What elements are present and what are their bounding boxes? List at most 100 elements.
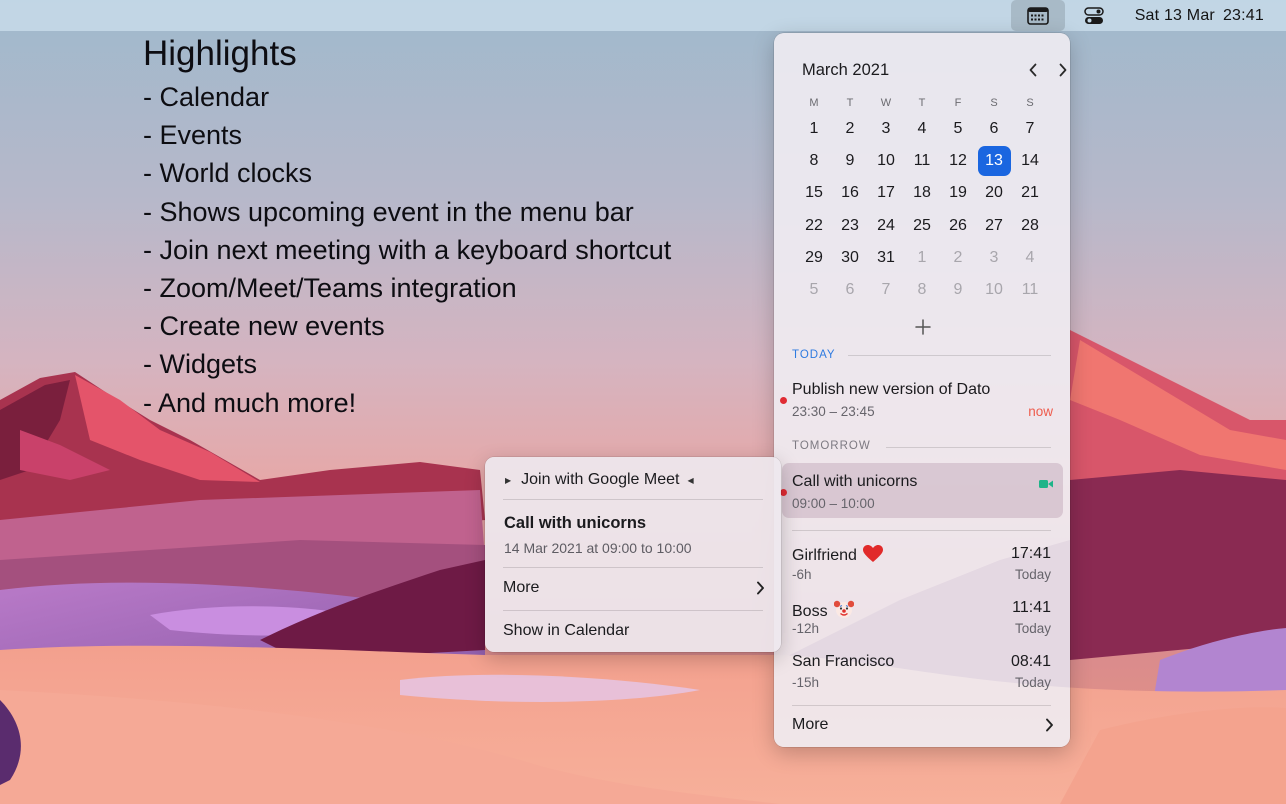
menu-bar-clock[interactable]: Sat 13 Mar 23:41	[1135, 7, 1264, 25]
world-clock-name: San Francisco	[792, 653, 895, 670]
day-number: 6	[845, 281, 855, 299]
weekday-label: T	[918, 97, 926, 109]
day-cell[interactable]: 3	[868, 113, 904, 145]
week-row: 8 9 10 11 12 13 14	[796, 145, 1048, 177]
divider	[886, 447, 1051, 448]
day-cell-next-month[interactable]: 7	[868, 274, 904, 306]
day-cell[interactable]: 11	[904, 145, 940, 177]
day-number: 5	[953, 120, 963, 138]
panel-more-button[interactable]: More	[792, 716, 1054, 738]
day-number: 31	[877, 248, 895, 266]
day-cell[interactable]: 28	[1012, 210, 1048, 242]
day-cell[interactable]: 17	[868, 177, 904, 209]
day-number: 25	[913, 216, 931, 234]
event-item-selected[interactable]: Call with unicorns 09:00 – 10:00	[780, 463, 1063, 518]
event-title: Publish new version of Dato	[792, 381, 991, 398]
join-label: Join with Google Meet	[521, 471, 680, 488]
menu-bar: Sat 13 Mar 23:41	[0, 0, 1286, 31]
weekday-label: M	[809, 97, 819, 109]
day-cell-next-month[interactable]: 5	[796, 274, 832, 306]
day-number: 16	[841, 184, 859, 202]
world-clock-item[interactable]: Girlfriend -6h 17:41 Today	[792, 545, 1051, 589]
calendar-grid-icon[interactable]	[1010, 0, 1065, 31]
video-camera-icon[interactable]	[1039, 476, 1053, 494]
weekday-label: T	[846, 97, 854, 109]
day-number: 3	[989, 248, 999, 266]
event-title: Call with unicorns	[792, 473, 918, 490]
day-cell[interactable]: 4	[904, 113, 940, 145]
day-cell-next-month[interactable]: 1	[904, 242, 940, 274]
divider	[503, 610, 763, 611]
day-number: 7	[881, 281, 891, 299]
day-cell-selected[interactable]: 13	[976, 145, 1012, 177]
context-more-item[interactable]: More	[503, 579, 765, 601]
day-cell[interactable]: 27	[976, 210, 1012, 242]
plus-icon[interactable]	[911, 315, 935, 339]
chevron-left-icon[interactable]	[1022, 58, 1044, 82]
world-clock-name: Girlfriend	[792, 545, 883, 568]
day-cell-next-month[interactable]: 3	[976, 242, 1012, 274]
chevron-right-icon	[1045, 718, 1054, 737]
day-cell[interactable]: 8	[796, 145, 832, 177]
control-center-icon[interactable]	[1067, 0, 1121, 31]
day-cell[interactable]: 6	[976, 113, 1012, 145]
day-cell[interactable]: 21	[1012, 177, 1048, 209]
show-in-calendar-label: Show in Calendar	[503, 622, 630, 639]
day-number: 4	[917, 120, 927, 138]
day-number: 18	[913, 184, 931, 202]
event-time: 09:00 – 10:00	[792, 496, 875, 511]
day-cell[interactable]: 19	[940, 177, 976, 209]
day-cell-next-month[interactable]: 8	[904, 274, 940, 306]
day-number: 6	[989, 120, 999, 138]
day-cell[interactable]: 12	[940, 145, 976, 177]
day-cell[interactable]: 25	[904, 210, 940, 242]
day-cell-next-month[interactable]: 9	[940, 274, 976, 306]
highlight-item: - Join next meeting with a keyboard shor…	[143, 234, 672, 265]
highlight-item: - Zoom/Meet/Teams integration	[143, 273, 517, 304]
week-row: 22 23 24 25 26 27 28	[796, 210, 1048, 242]
day-cell[interactable]: 15	[796, 177, 832, 209]
day-cell[interactable]: 5	[940, 113, 976, 145]
weekday-header-row: M T W T F S S	[796, 93, 1048, 113]
day-cell[interactable]: 16	[832, 177, 868, 209]
day-cell[interactable]: 23	[832, 210, 868, 242]
world-clock-item[interactable]: San Francisco -15h 08:41 Today	[792, 653, 1051, 697]
day-cell[interactable]: 7	[1012, 113, 1048, 145]
day-cell[interactable]: 10	[868, 145, 904, 177]
day-number: 23	[841, 216, 859, 234]
day-number: 11	[913, 152, 931, 170]
day-cell[interactable]: 2	[832, 113, 868, 145]
day-cell-next-month[interactable]: 6	[832, 274, 868, 306]
world-clock-item[interactable]: Boss -12h 11:41 Today	[792, 599, 1051, 643]
join-google-meet-button[interactable]: ▶ Join with Google Meet ◀	[503, 469, 694, 491]
highlight-item: - Create new events	[143, 311, 385, 342]
chevron-right-icon[interactable]	[1052, 58, 1074, 82]
day-cell[interactable]: 18	[904, 177, 940, 209]
day-cell[interactable]: 29	[796, 242, 832, 274]
world-clock-day: Today	[1014, 621, 1051, 636]
day-cell[interactable]: 31	[868, 242, 904, 274]
day-cell-next-month[interactable]: 11	[1012, 274, 1048, 306]
day-cell[interactable]: 26	[940, 210, 976, 242]
month-title: March 2021	[802, 61, 890, 79]
day-cell[interactable]: 20	[976, 177, 1012, 209]
event-item[interactable]: Publish new version of Dato 23:30 – 23:4…	[780, 371, 1063, 426]
day-number: 2	[953, 248, 963, 266]
day-cell[interactable]: 9	[832, 145, 868, 177]
day-cell[interactable]: 30	[832, 242, 868, 274]
highlights-title: Highlights	[143, 34, 297, 73]
day-cell-next-month[interactable]: 10	[976, 274, 1012, 306]
day-cell-next-month[interactable]: 2	[940, 242, 976, 274]
day-cell[interactable]: 1	[796, 113, 832, 145]
panel-more-label: More	[792, 716, 829, 733]
day-number: 27	[985, 216, 1003, 234]
day-number: 8	[917, 281, 927, 299]
chevron-right-icon	[756, 581, 765, 600]
weekday-label: S	[990, 97, 998, 109]
day-cell-next-month[interactable]: 4	[1012, 242, 1048, 274]
show-in-calendar-item[interactable]: Show in Calendar	[503, 622, 765, 644]
day-cell[interactable]: 24	[868, 210, 904, 242]
day-cell[interactable]: 14	[1012, 145, 1048, 177]
highlight-item: - Shows upcoming event in the menu bar	[143, 196, 634, 227]
day-cell[interactable]: 22	[796, 210, 832, 242]
